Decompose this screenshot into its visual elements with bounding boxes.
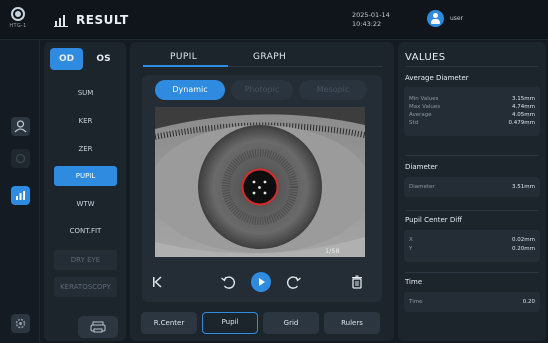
menu-item-keratoscopy[interactable]: KERATOSCOPY (54, 277, 117, 297)
value-key: Std (409, 120, 419, 126)
rotate-left-icon (221, 276, 236, 289)
logo-icon (11, 7, 25, 21)
skip-start-button[interactable] (147, 272, 167, 292)
value-val: 3.15mm (512, 96, 535, 102)
eye-photo-graphic (155, 107, 365, 257)
section-divider (405, 272, 539, 273)
print-button[interactable] (78, 316, 118, 338)
value-val: 3.51mm (512, 184, 535, 190)
delete-button[interactable] (347, 272, 367, 292)
side-menu: OD OS SUM KER ZER PUPIL WTW CONT.FIT DRY… (44, 42, 126, 341)
date-text: 2025-01-14 (352, 11, 390, 19)
tab-pupil-indicator (143, 65, 228, 67)
menu-item-ker[interactable]: KER (54, 111, 117, 131)
tab-graph[interactable]: GRAPH (253, 52, 286, 62)
measure-nav-button[interactable] (11, 149, 30, 168)
menu-item-wtw[interactable]: WTW (54, 194, 117, 214)
values-panel: VALUES Average Diameter Min Values 3.15m… (398, 42, 546, 341)
mode-mesopic-button[interactable]: Mesopic (299, 80, 367, 100)
user-avatar-icon[interactable] (427, 10, 444, 27)
value-val: 4.74mm (512, 104, 535, 110)
diameter-title: Diameter (405, 163, 438, 171)
user-name[interactable]: user (450, 15, 463, 22)
bar-chart-icon (16, 191, 25, 200)
value-row: Y 0.20mm (409, 246, 535, 253)
rotate-right-icon (286, 276, 301, 289)
trash-icon (352, 275, 362, 289)
value-key: Min Values (409, 96, 439, 102)
mode-dynamic-button[interactable]: Dynamic (155, 80, 225, 100)
value-key: Y (409, 246, 413, 252)
person-icon (14, 120, 27, 133)
value-val: 0.20 (522, 299, 535, 305)
value-val: 0.02mm (512, 237, 535, 243)
forward-button[interactable] (284, 272, 304, 292)
value-key: Average (409, 112, 432, 118)
diameter-box: Diameter 3.51mm (404, 177, 540, 197)
app-logo: HTG-1 (5, 6, 31, 36)
values-divider (405, 66, 539, 67)
time-box: Time 0.20 (404, 292, 540, 312)
skip-start-icon (153, 276, 162, 288)
menu-item-dry-eye[interactable]: DRY EYE (54, 250, 117, 270)
value-key: Diameter (409, 184, 435, 190)
left-rail (0, 40, 40, 343)
eye-toggle: OD OS (50, 48, 120, 70)
value-row: Min Values 3.15mm (409, 96, 535, 103)
tab-pupil[interactable]: PUPIL (170, 52, 197, 62)
menu-item-zer[interactable]: ZER (54, 139, 117, 159)
gear-icon (15, 318, 26, 329)
value-val: 0.479mm (508, 120, 535, 126)
main-panel: PUPIL GRAPH Dynamic Photopic Mesopic 1/5… (130, 42, 394, 341)
value-row: Diameter 3.51mm (409, 184, 535, 191)
value-key: X (409, 237, 413, 243)
time-title: Time (405, 278, 423, 286)
tab-pupil-overlay[interactable]: Pupil (202, 312, 258, 334)
menu-item-pupil[interactable]: PUPIL (54, 166, 117, 186)
time-text: 10:43:22 (352, 20, 382, 28)
menu-item-contfit[interactable]: CONT.FIT (54, 221, 117, 241)
average-diameter-box: Min Values 3.15mm Max Values 4.74mm Aver… (404, 87, 540, 136)
section-divider (405, 155, 539, 156)
value-row: Average 4.05mm (409, 112, 535, 119)
frame-counter: 1/58 (325, 247, 340, 255)
result-nav-button[interactable] (11, 186, 30, 205)
overlay-tabs: R.Center Pupil Grid Rulers (141, 312, 386, 334)
top-bar: HTG-1 RESULT 2025-01-14 10:43:22 user (0, 0, 548, 40)
pupil-center-diff-box: X 0.02mm Y 0.20mm (404, 230, 540, 262)
value-val: 4.05mm (512, 112, 535, 118)
rewind-button[interactable] (218, 272, 238, 292)
values-title: VALUES (405, 52, 446, 63)
value-row: Std 0.479mm (409, 120, 535, 127)
average-diameter-title: Average Diameter (405, 74, 469, 82)
page-title: RESULT (76, 13, 129, 27)
value-row: X 0.02mm (409, 237, 535, 244)
value-key: Time (409, 299, 423, 305)
tab-rulers[interactable]: Rulers (324, 312, 380, 334)
play-button[interactable] (251, 272, 271, 292)
pupil-viewer: Dynamic Photopic Mesopic 1/58 (142, 75, 382, 302)
eye-image (155, 107, 365, 257)
result-chart-icon (54, 15, 68, 27)
od-button[interactable]: OD (50, 48, 83, 70)
eye-scan-icon (15, 153, 26, 164)
value-row: Max Values 4.74mm (409, 104, 535, 111)
value-row: Time 0.20 (409, 299, 535, 306)
playback-controls (142, 272, 382, 302)
tab-r-center[interactable]: R.Center (141, 312, 197, 334)
brand-label: HTG-1 (9, 23, 27, 29)
pupil-center-diff-title: Pupil Center Diff (405, 216, 463, 224)
printer-icon (90, 321, 106, 333)
value-val: 0.20mm (512, 246, 535, 252)
os-button[interactable]: OS (87, 48, 120, 70)
datetime: 2025-01-14 10:43:22 (352, 11, 390, 29)
section-divider (405, 210, 539, 211)
settings-nav-button[interactable] (11, 314, 30, 333)
tab-grid[interactable]: Grid (263, 312, 319, 334)
patient-nav-button[interactable] (11, 117, 30, 136)
value-key: Max Values (409, 104, 441, 110)
menu-item-sum[interactable]: SUM (54, 83, 117, 103)
mode-photopic-button[interactable]: Photopic (231, 80, 293, 100)
